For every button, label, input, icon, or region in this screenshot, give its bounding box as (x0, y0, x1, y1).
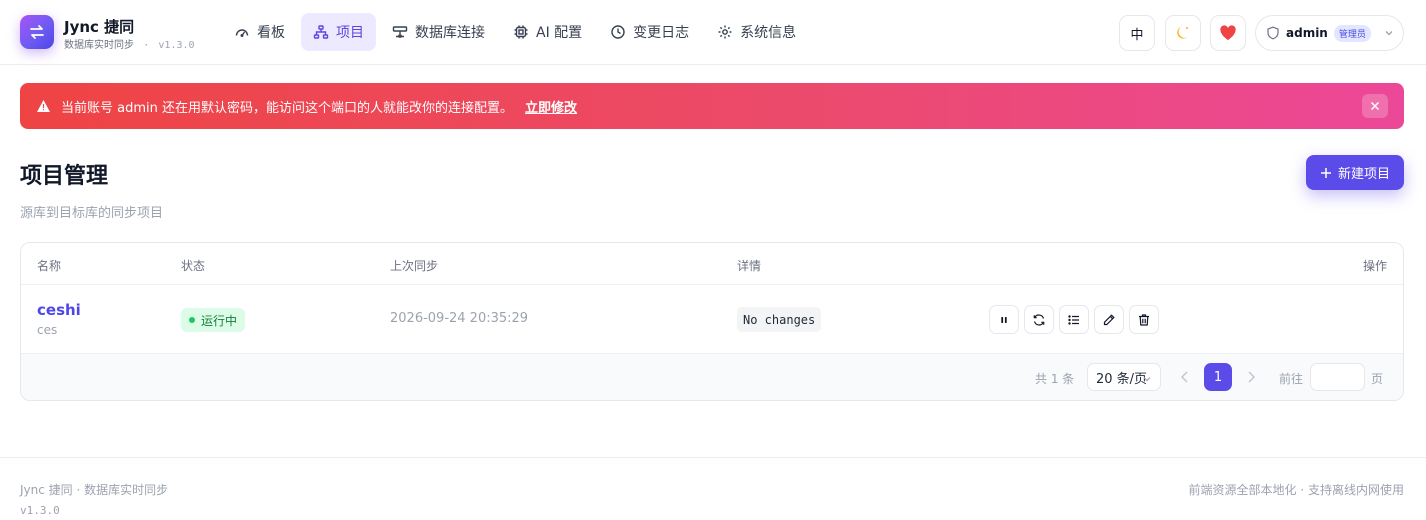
page-number-current[interactable]: 1 (1204, 363, 1232, 391)
prev-page-icon[interactable] (1179, 369, 1191, 385)
default-password-warning-banner: 当前账号 admin 还在用默认密码，能访问这个端口的人就能改你的连接配置。 立… (20, 83, 1404, 129)
page-size-select[interactable]: 20 条/页 (1087, 363, 1161, 391)
column-header-actions: 操作 (1362, 259, 1387, 273)
chevron-down-icon (1143, 377, 1151, 382)
project-description: ces (37, 323, 58, 337)
goto-page-input[interactable] (1310, 363, 1365, 391)
dashboard-icon (235, 29, 249, 37)
total-count: 共 1 条 (1035, 372, 1075, 386)
theme-toggle-button[interactable] (1165, 15, 1201, 51)
nav-label: 项目 (336, 25, 364, 41)
brand-dot: · (143, 40, 150, 51)
table-header: 名称 状态 上次同步 详情 操作 (21, 243, 1403, 285)
table-row: ceshi ces 运行中 2026-09-24 20:35:29 No cha… (21, 285, 1403, 354)
close-icon (1370, 101, 1380, 111)
heart-icon (1220, 25, 1236, 40)
next-page-icon[interactable] (1245, 369, 1257, 385)
nav-label: 系统信息 (740, 25, 797, 41)
nav-label: 变更日志 (633, 25, 690, 41)
warning-icon (37, 100, 50, 112)
goto-label: 前往 (1279, 372, 1304, 386)
sync-arrows-icon (30, 25, 44, 39)
nav-item-dashboard[interactable]: 看板 (222, 13, 297, 51)
pencil-icon (1103, 313, 1115, 325)
database-connection-icon (392, 26, 408, 38)
banner-message: 当前账号 admin 还在用默认密码，能访问这个端口的人就能改你的连接配置。 (61, 100, 513, 116)
app-logo[interactable] (20, 15, 54, 49)
user-role-badge: 管理员 (1333, 24, 1371, 42)
column-header-detail: 详情 (737, 259, 762, 273)
page-subtitle: 源库到目标库的同步项目 (20, 206, 164, 221)
change-password-link[interactable]: 立即修改 (525, 97, 577, 116)
projects-table: 名称 状态 上次同步 详情 操作 ceshi ces 运行中 2026-09-2… (20, 242, 1404, 401)
pagination-bar: 共 1 条 20 条/页 1 前往 页 (21, 354, 1403, 400)
clock-icon (611, 25, 625, 39)
footer-version: v1.3.0 (20, 504, 60, 517)
chevron-down-icon (1385, 31, 1393, 36)
brand-name: Jync 捷同 (64, 18, 135, 36)
gear-icon (718, 25, 732, 39)
sync-detail: No changes (737, 307, 822, 332)
resync-button[interactable] (1024, 305, 1054, 334)
status-label: 运行中 (201, 313, 238, 328)
column-header-name: 名称 (37, 259, 62, 273)
edit-button[interactable] (1094, 305, 1124, 334)
page-size-value: 20 条/页 (1096, 371, 1148, 387)
main-nav: 看板 项目 数据库连接 AI 配置 变更日志 系统信息 (222, 13, 808, 51)
page-footer: Jync 捷同 · 数据库实时同步 v1.3.0 前端资源全部本地化 · 支持离… (0, 457, 1426, 520)
status-dot (189, 317, 195, 323)
page-title: 项目管理 (20, 164, 109, 189)
pause-button[interactable] (989, 305, 1019, 334)
column-header-last-sync: 上次同步 (390, 259, 439, 273)
nav-item-db-connections[interactable]: 数据库连接 (380, 13, 497, 51)
new-project-label: 新建项目 (1337, 167, 1390, 182)
footer-note: 前端资源全部本地化 · 支持离线内网使用 (1188, 483, 1404, 497)
user-name: admin (1286, 26, 1328, 40)
brand-version: v1.3.0 (158, 40, 195, 51)
project-name-link[interactable]: ceshi (37, 301, 81, 319)
trash-icon (1139, 313, 1149, 326)
user-menu[interactable]: admin 管理员 (1255, 15, 1404, 51)
footer-brand: Jync 捷同 · 数据库实时同步 (20, 483, 169, 497)
list-icon (1068, 314, 1079, 325)
nav-item-changelog[interactable]: 变更日志 (598, 13, 701, 51)
chip-icon (514, 25, 528, 39)
nav-label: AI 配置 (536, 25, 583, 41)
sponsor-button[interactable] (1210, 15, 1246, 51)
nav-item-projects[interactable]: 项目 (301, 13, 376, 51)
banner-close-button[interactable] (1362, 94, 1388, 118)
nav-label: 看板 (257, 25, 285, 41)
goto-suffix: 页 (1371, 372, 1384, 386)
view-logs-button[interactable] (1059, 305, 1089, 334)
nav-label: 数据库连接 (415, 25, 485, 41)
status-badge: 运行中 (181, 308, 246, 332)
last-sync-time: 2026-09-24 20:35:29 (390, 311, 529, 326)
new-project-button[interactable]: 新建项目 (1306, 155, 1404, 190)
project-tree-icon (313, 25, 329, 39)
language-toggle-button[interactable]: 中 (1119, 15, 1155, 51)
pause-icon (1001, 316, 1007, 323)
brand-tagline: 数据库实时同步 (64, 40, 134, 51)
column-header-status: 状态 (181, 259, 206, 273)
refresh-icon (1033, 313, 1045, 326)
delete-button[interactable] (1129, 305, 1159, 334)
moon-icon (1177, 27, 1189, 39)
nav-item-system-info[interactable]: 系统信息 (705, 13, 808, 51)
language-label: 中 (1130, 27, 1144, 43)
brand-subtitle: 数据库实时同步 · v1.3.0 (64, 36, 195, 51)
top-header: Jync 捷同 数据库实时同步 · v1.3.0 看板 项目 数据库连接 AI … (0, 0, 1426, 65)
shield-icon (1267, 26, 1279, 40)
nav-item-ai-config[interactable]: AI 配置 (501, 13, 594, 51)
plus-icon (1320, 167, 1331, 178)
